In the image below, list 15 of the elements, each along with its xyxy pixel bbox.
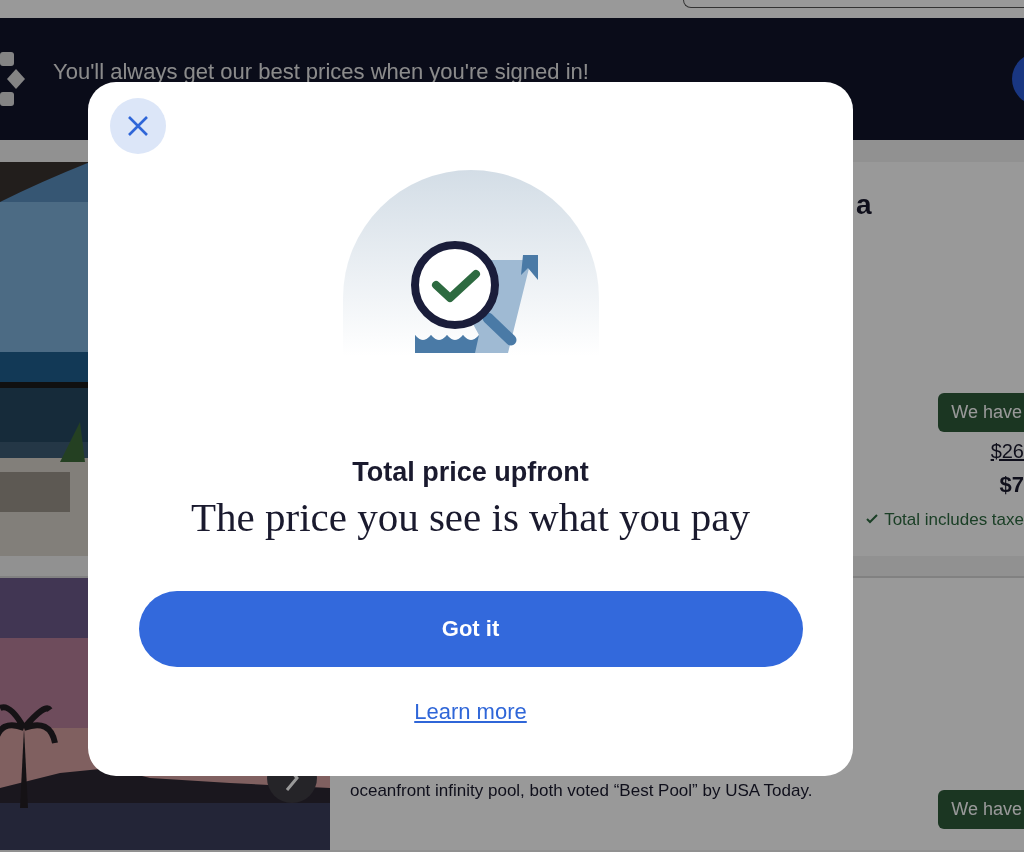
logo-icon bbox=[0, 52, 26, 106]
deal-badge: We have bbox=[938, 790, 1024, 829]
hotel-title: a bbox=[856, 188, 873, 222]
learn-more-link[interactable]: Learn more bbox=[414, 694, 527, 728]
price-note: Total includes taxe bbox=[884, 508, 1024, 531]
check-icon bbox=[866, 514, 879, 525]
close-button[interactable] bbox=[110, 98, 166, 154]
dialog-subtitle: The price you see is what you pay bbox=[191, 492, 750, 541]
deal-badge: We have bbox=[938, 392, 1024, 432]
original-price-link[interactable]: $26 bbox=[990, 435, 1024, 466]
close-icon bbox=[127, 115, 149, 137]
total-price: $7 bbox=[999, 470, 1024, 499]
hotel-description: oceanfront infinity pool, both voted “Best Pool” by USA Today. bbox=[350, 780, 814, 802]
got-it-button[interactable]: Got it bbox=[138, 590, 803, 667]
dialog-title: Total price upfront bbox=[352, 456, 589, 489]
